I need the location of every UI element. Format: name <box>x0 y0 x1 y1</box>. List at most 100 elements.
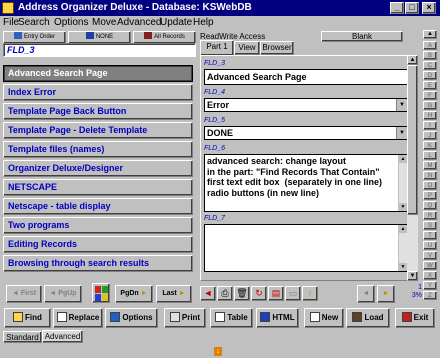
close-button[interactable]: × <box>422 2 436 14</box>
fld4-select[interactable]: Error ▼ <box>204 98 408 112</box>
alpha-x[interactable]: X <box>423 271 437 280</box>
alpha-o[interactable]: O <box>423 181 437 190</box>
alpha-h[interactable]: H <box>423 111 437 120</box>
tab-part-1[interactable]: Part 1 <box>200 40 234 55</box>
record-list-item[interactable]: Browsing through search results <box>3 255 193 272</box>
tab-browser[interactable]: Browser <box>260 41 294 55</box>
record-list-item[interactable]: Template Page - Delete Template <box>3 122 193 139</box>
alpha-n[interactable]: N <box>423 171 437 180</box>
alpha-c[interactable]: C <box>423 61 437 70</box>
pgdn-button[interactable]: PgDn ► <box>115 285 153 303</box>
alpha-t[interactable]: T <box>423 231 437 240</box>
alpha-w[interactable]: W <box>423 261 437 270</box>
panel-scrollbar[interactable]: ▲ ▼ <box>407 55 418 281</box>
record-list-item[interactable]: Editing Records <box>3 236 193 253</box>
new-document-icon <box>309 312 320 322</box>
new-button[interactable]: New <box>304 308 344 328</box>
alpha-v[interactable]: V <box>423 251 437 260</box>
menu-search[interactable]: Search <box>18 16 50 29</box>
table-button[interactable]: Table <box>210 308 253 328</box>
scroll-up-icon[interactable]: ▲ <box>407 55 418 65</box>
alpha-e[interactable]: E <box>423 81 437 90</box>
alpha-i[interactable]: I <box>423 121 437 130</box>
back-arrow-icon[interactable]: ◄ <box>200 286 216 301</box>
find-button[interactable]: Find <box>4 308 51 328</box>
print-record-icon[interactable]: ⎙ <box>217 286 233 301</box>
alpha-p[interactable]: P <box>423 191 437 200</box>
first-button[interactable]: ◄ First <box>6 285 42 303</box>
last-button[interactable]: Last ► <box>156 285 192 303</box>
tab-advanced[interactable]: Advanced <box>42 330 83 343</box>
fld5-select[interactable]: DONE ▼ <box>204 126 408 140</box>
fld3-input[interactable]: Advanced Search Page <box>204 69 408 85</box>
alpha-z[interactable]: Z <box>423 291 437 300</box>
record-list-item[interactable]: Advanced Search Page <box>3 65 193 82</box>
minimize-button[interactable]: _ <box>390 2 404 14</box>
replace-button[interactable]: Replace <box>53 308 103 328</box>
tab-view[interactable]: View <box>234 41 260 55</box>
menu-move[interactable]: Move <box>92 16 116 29</box>
fld6-textarea[interactable]: advanced search: change layout in the pa… <box>204 154 408 212</box>
chevron-down-icon[interactable]: ▼ <box>396 127 407 139</box>
scroll-down-icon[interactable]: ▼ <box>407 271 418 281</box>
alpha-r[interactable]: R <box>423 211 437 220</box>
fld6-scrollbar[interactable]: ▲ ▼ <box>398 155 407 211</box>
alpha-u[interactable]: U <box>423 241 437 250</box>
alpha-f[interactable]: F <box>423 91 437 100</box>
alpha-s[interactable]: S <box>423 221 437 230</box>
options-button[interactable]: Options <box>105 308 158 328</box>
alpha-g[interactable]: G <box>423 101 437 110</box>
fld7-textarea[interactable]: ▲ ▼ <box>204 224 408 272</box>
record-list-item[interactable]: NETSCAPE <box>3 179 193 196</box>
maximize-button[interactable]: □ <box>405 2 419 14</box>
print-button[interactable]: Print <box>164 308 206 328</box>
copy-icon[interactable]: ▭ <box>285 286 301 301</box>
record-list-item[interactable]: Index Error <box>3 84 193 101</box>
alpha-q[interactable]: Q <box>423 201 437 210</box>
tab-standard[interactable]: Standard <box>3 331 42 343</box>
fld7-scrollbar[interactable]: ▲ ▼ <box>398 225 407 271</box>
scroll-thumb[interactable] <box>407 65 418 215</box>
alpha-d[interactable]: D <box>423 71 437 80</box>
page-counter: 1 3% <box>402 284 422 300</box>
pgdn-icon: ► <box>140 290 148 297</box>
scroll-up-icon[interactable]: ▲ <box>399 225 407 233</box>
alpha-a[interactable]: A <box>423 41 437 50</box>
bookmark-icon[interactable]: ▤ <box>268 286 284 301</box>
alpha-j[interactable]: J <box>423 131 437 140</box>
trash-icon[interactable]: 🗑 <box>234 286 250 301</box>
record-list-item[interactable]: Template files (names) <box>3 141 193 158</box>
menu-bar: File Search Options Move Advanced Update… <box>0 16 440 29</box>
menu-options[interactable]: Options <box>54 16 88 29</box>
alpha-l[interactable]: L <box>423 151 437 160</box>
refresh-icon[interactable]: ↻ <box>251 286 267 301</box>
alpha-k[interactable]: K <box>423 141 437 150</box>
html-button[interactable]: HTML <box>256 308 299 328</box>
record-list-item[interactable]: Organizer Deluxe/Designer <box>3 160 193 177</box>
blank-button[interactable]: Blank <box>321 31 403 42</box>
menu-help[interactable]: Help <box>193 16 214 29</box>
menu-update[interactable]: Update <box>160 16 192 29</box>
exit-button[interactable]: Exit <box>395 308 435 328</box>
scroll-up-icon[interactable]: ▲ <box>399 155 407 163</box>
load-button[interactable]: Load <box>346 308 390 328</box>
alphabet-index: ▲ A B C D E F G H I J K L M N O P Q R S … <box>421 29 439 303</box>
prev-record-icon[interactable]: ◄ <box>357 285 375 303</box>
record-list-item[interactable]: Template Page Back Button <box>3 103 193 120</box>
scroll-up-icon[interactable]: ▲ <box>423 30 437 39</box>
color-squares-icon[interactable] <box>92 283 110 303</box>
lightbulb-icon[interactable]: ♀ <box>302 286 318 301</box>
record-list-item[interactable]: Netscape - table display <box>3 198 193 215</box>
scroll-down-icon[interactable]: ▼ <box>399 263 407 271</box>
alpha-m[interactable]: M <box>423 161 437 170</box>
next-record-icon[interactable]: ► <box>377 285 395 303</box>
pgup-button[interactable]: ◄ PgUp <box>44 285 82 303</box>
scroll-down-icon[interactable]: ▼ <box>399 203 407 211</box>
fld5-value: DONE <box>207 128 234 138</box>
alpha-b[interactable]: B <box>423 51 437 60</box>
record-list-item[interactable]: Two programs <box>3 217 193 234</box>
menu-advanced[interactable]: Advanced <box>117 16 161 29</box>
menu-file[interactable]: File <box>3 16 19 29</box>
chevron-down-icon[interactable]: ▼ <box>396 99 407 111</box>
alpha-y[interactable]: Y <box>423 281 437 290</box>
